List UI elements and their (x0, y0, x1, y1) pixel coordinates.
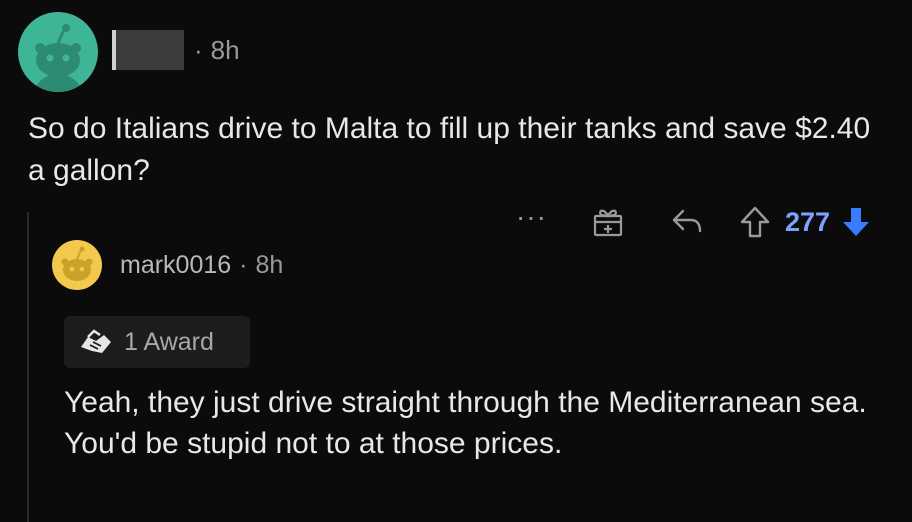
award-badge[interactable]: 1 Award (64, 316, 250, 368)
award-button[interactable] (591, 205, 625, 239)
award-label: 1 Award (124, 327, 214, 356)
vote-count: 277 (784, 206, 830, 237)
comment-time: 8h (210, 34, 240, 65)
avatar[interactable] (18, 12, 98, 92)
redacted-username (112, 30, 184, 70)
reply-icon (672, 209, 702, 233)
comment-actions: ··· 277 (472, 200, 872, 244)
comment-thread: · 8h So do Italians drive to Malta to fi… (0, 0, 912, 522)
avatar[interactable] (52, 240, 102, 290)
upvote-icon (740, 206, 770, 238)
comment-author[interactable]: mark0016 (120, 251, 231, 280)
upvote-button[interactable] (739, 205, 771, 239)
comment-body: So do Italians drive to Malta to fill up… (28, 112, 871, 187)
handshake-award-icon (78, 327, 114, 357)
more-options-button[interactable]: ··· (516, 203, 547, 231)
snoo-avatar-icon (33, 24, 83, 92)
gift-icon (593, 209, 623, 237)
meta-separator: · (239, 250, 248, 279)
comment-meta: mark0016 · 8h (120, 248, 283, 282)
thread-line[interactable] (27, 212, 29, 522)
downvote-icon (843, 208, 869, 236)
snoo-avatar-icon (61, 246, 93, 281)
comment-body: Yeah, they just drive straight through t… (64, 386, 867, 460)
downvote-button[interactable] (840, 205, 872, 239)
comment-meta: · 8h (112, 30, 240, 70)
reply-button[interactable] (669, 205, 705, 239)
comment-time: 8h (255, 250, 284, 279)
meta-separator: · (194, 34, 203, 65)
